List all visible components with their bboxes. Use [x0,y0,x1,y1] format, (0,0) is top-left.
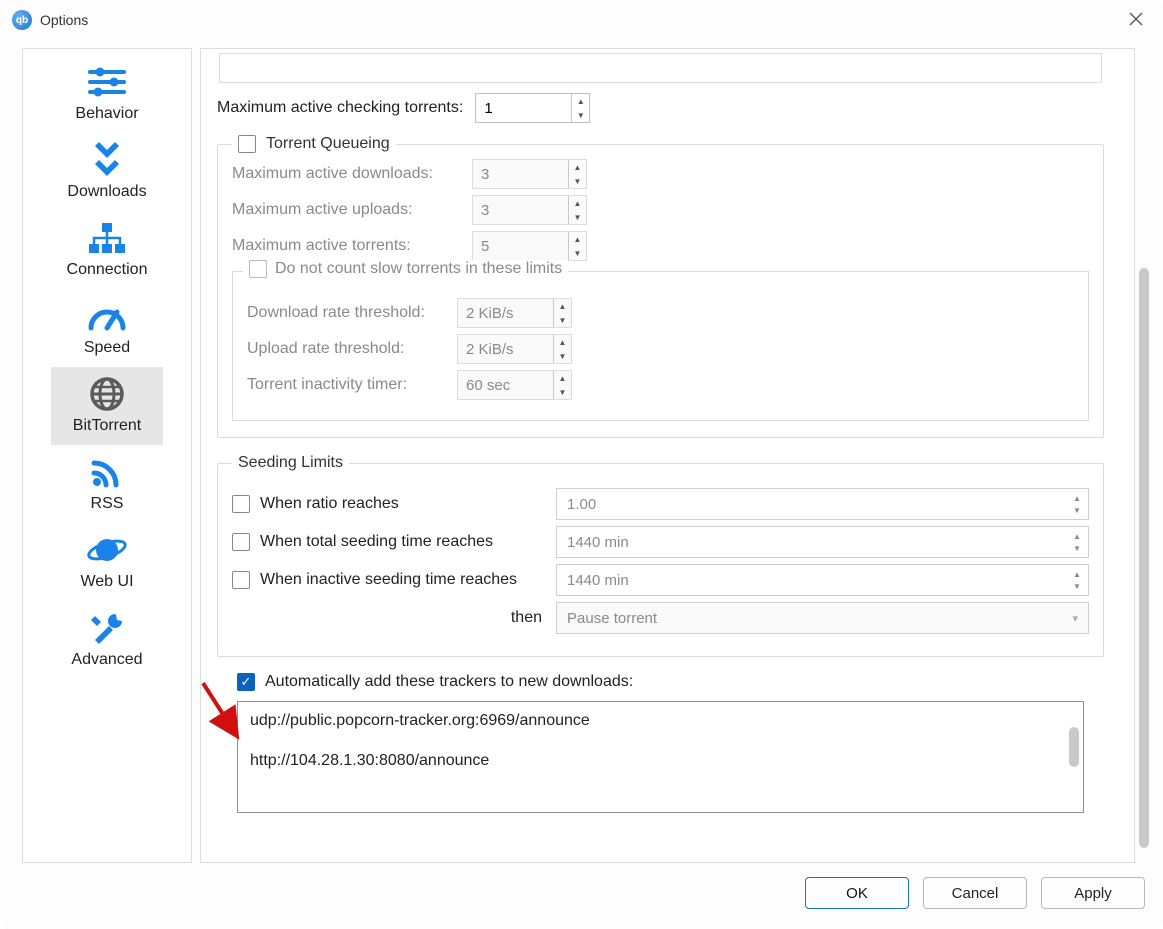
inactivetime-checkbox[interactable] [232,571,250,589]
sidebar-item-rss[interactable]: RSS [23,445,191,523]
spinner-arrows: ▲▼ [553,299,571,327]
sidebar-item-label: Downloads [67,183,146,201]
window-title: Options [40,12,88,28]
dl-thresh-spinner: ▲▼ [457,298,572,328]
download-icon [84,141,130,179]
max-tor-spinner: ▲▼ [472,231,587,261]
spinner-arrows: ▲▼ [568,160,586,188]
seeding-limits-group: Seeding Limits When ratio reaches 1.00▲▼… [217,454,1104,657]
partial-group-above [219,53,1102,83]
chevron-down-icon: ▾ [1072,612,1078,625]
rss-icon [84,453,130,491]
sidebar-item-label: Advanced [71,651,142,669]
sidebar-item-speed[interactable]: Speed [23,289,191,367]
spinner-arrows: ▲▼ [553,371,571,399]
queueing-checkbox[interactable] [238,135,256,153]
ok-button[interactable]: OK [805,877,909,909]
inact-label: Torrent inactivity timer: [247,376,447,394]
max-tor-input [473,232,568,260]
textarea-scrollbar[interactable] [1069,727,1079,767]
queueing-group: Torrent Queueing Maximum active download… [217,135,1104,438]
spinner-arrows: ▲▼ [568,196,586,224]
max-dl-label: Maximum active downloads: [232,165,462,183]
tracker-line [250,730,1063,752]
settings-sidebar: Behavior Downloads Connection Speed [22,48,192,863]
sidebar-item-downloads[interactable]: Downloads [23,133,191,211]
inact-spinner: ▲▼ [457,370,572,400]
ratio-checkbox[interactable] [232,495,250,513]
sidebar-item-connection[interactable]: Connection [23,211,191,289]
tracker-line: http://104.28.1.30:8080/announce [250,752,1063,770]
slow-group-label: Do not count slow torrents in these limi… [275,260,562,278]
sidebar-item-label: BitTorrent [73,417,141,435]
auto-trackers-label: Automatically add these trackers to new … [265,673,633,691]
inactivetime-label: When inactive seeding time reaches [260,571,517,589]
sliders-icon [84,63,130,101]
inactivetime-input: 1440 min▲▼ [556,564,1089,596]
apply-button[interactable]: Apply [1041,877,1145,909]
sidebar-item-behavior[interactable]: Behavior [23,55,191,133]
then-label: then [232,609,542,627]
sidebar-item-bittorrent[interactable]: BitTorrent [51,367,163,445]
sidebar-item-label: Connection [67,261,148,279]
dl-thresh-input [458,299,553,327]
tools-icon [84,609,130,647]
dl-thresh-label: Download rate threshold: [247,304,447,322]
ratio-label: When ratio reaches [260,495,399,513]
max-dl-input [473,160,568,188]
dialog-footer: OK Cancel Apply [0,867,1163,929]
options-window: qb Options Behavior Downloads [0,0,1163,929]
spinner-arrows: ▲▼ [553,335,571,363]
max-ul-input [473,196,568,224]
globe-icon [84,375,130,413]
settings-panel: Maximum active checking torrents: ▲▼ Tor… [200,48,1135,863]
tracker-line: udp://public.popcorn-tracker.org:6969/an… [250,712,1063,730]
max-ul-label: Maximum active uploads: [232,201,462,219]
panel-scrollbar[interactable] [1135,48,1153,863]
seeding-group-label: Seeding Limits [232,454,349,472]
close-icon[interactable] [1121,6,1151,35]
scrollbar-thumb[interactable] [1139,268,1149,848]
auto-trackers-textarea[interactable]: udp://public.popcorn-tracker.org:6969/an… [237,701,1084,813]
ul-thresh-spinner: ▲▼ [457,334,572,364]
max-tor-label: Maximum active torrents: [232,237,462,255]
max-ul-spinner: ▲▼ [472,195,587,225]
max-checking-label: Maximum active checking torrents: [217,99,463,117]
titlebar: qb Options [0,0,1163,40]
then-action-select: Pause torrent▾ [556,602,1089,634]
ratio-input: 1.00▲▼ [556,488,1089,520]
ul-thresh-input [458,335,553,363]
spinner-arrows: ▲▼ [568,232,586,260]
max-dl-spinner: ▲▼ [472,159,587,189]
sidebar-item-advanced[interactable]: Advanced [23,601,191,679]
cancel-button[interactable]: Cancel [923,877,1027,909]
sidebar-item-label: RSS [91,495,124,513]
queueing-group-label: Torrent Queueing [266,135,390,153]
auto-trackers-checkbox[interactable]: ✓ [237,673,255,691]
gauge-icon [84,297,130,335]
inact-input [458,371,553,399]
network-icon [84,219,130,257]
sidebar-item-label: Speed [84,339,130,357]
sidebar-item-label: Behavior [75,105,138,123]
slow-torrents-group: Do not count slow torrents in these limi… [232,271,1089,421]
sidebar-item-label: Web UI [80,573,133,591]
totaltime-input: 1440 min▲▼ [556,526,1089,558]
totaltime-label: When total seeding time reaches [260,533,493,551]
totaltime-checkbox[interactable] [232,533,250,551]
sidebar-item-webui[interactable]: Web UI [23,523,191,601]
planet-icon [84,531,130,569]
ul-thresh-label: Upload rate threshold: [247,340,447,358]
slow-checkbox [249,260,267,278]
max-checking-spinner[interactable]: ▲▼ [475,93,590,123]
spinner-arrows[interactable]: ▲▼ [571,94,589,122]
max-checking-input[interactable] [476,94,571,122]
app-icon: qb [12,10,32,30]
